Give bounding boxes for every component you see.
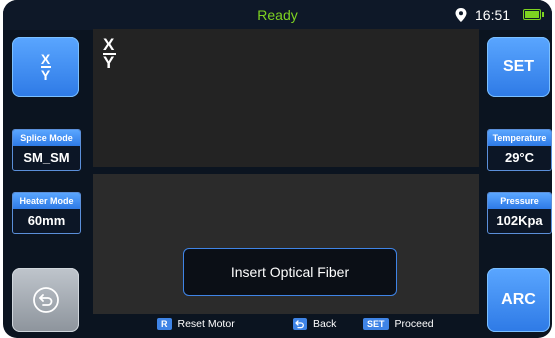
hint-back: Back xyxy=(293,318,336,330)
hint-proceed: SET Proceed xyxy=(363,318,434,330)
xy-view-button[interactable]: X Y xyxy=(12,37,79,97)
camera-view-top xyxy=(93,29,479,167)
status-text: Ready xyxy=(257,7,298,23)
hint-label: Reset Motor xyxy=(177,318,235,330)
xy-numerator: X xyxy=(40,51,51,67)
battery-full-icon xyxy=(523,9,544,20)
hint-label: Back xyxy=(313,318,337,330)
hint-label: Proceed xyxy=(394,318,434,330)
view-label-x: X xyxy=(103,35,115,54)
status-bar: Ready 16:51 xyxy=(3,0,552,30)
temperature-box: Temperature 29°C xyxy=(487,129,552,171)
set-button[interactable]: SET xyxy=(487,37,550,97)
splicer-screen: Ready 16:51 X Y Splice Mode SM_SM Heater… xyxy=(3,0,552,338)
xy-denominator: Y xyxy=(40,67,51,83)
pressure-value: 102Kpa xyxy=(496,213,543,228)
heater-mode-value: 60mm xyxy=(27,213,66,228)
pressure-box: Pressure 102Kpa xyxy=(487,192,552,234)
pressure-label: Pressure xyxy=(488,193,551,209)
splice-mode-value: SM_SM xyxy=(23,150,70,165)
view-fraction: X Y xyxy=(103,35,116,72)
back-arrow-icon xyxy=(32,287,59,313)
view-axis-label: X Y xyxy=(103,35,116,72)
view-label-y: Y xyxy=(103,53,115,72)
location-pin-icon xyxy=(455,8,467,22)
key-set: SET xyxy=(363,318,389,330)
hint-reset-motor: R Reset Motor xyxy=(157,318,235,330)
heater-mode-label: Heater Mode xyxy=(13,193,80,209)
key-hints-bar: R Reset Motor Back SET Proceed xyxy=(3,316,552,336)
insert-fiber-message: Insert Optical Fiber xyxy=(183,248,397,296)
temperature-value: 29°C xyxy=(504,150,535,165)
heater-mode-box[interactable]: Heater Mode 60mm xyxy=(12,192,81,234)
splice-mode-box[interactable]: Splice Mode SM_SM xyxy=(12,129,81,171)
key-r: R xyxy=(157,318,172,330)
temperature-label: Temperature xyxy=(488,130,551,146)
clock: 16:51 xyxy=(475,7,511,23)
splice-mode-label: Splice Mode xyxy=(13,130,80,146)
xy-fraction: X Y xyxy=(40,51,51,83)
back-arrow-icon xyxy=(293,318,307,330)
